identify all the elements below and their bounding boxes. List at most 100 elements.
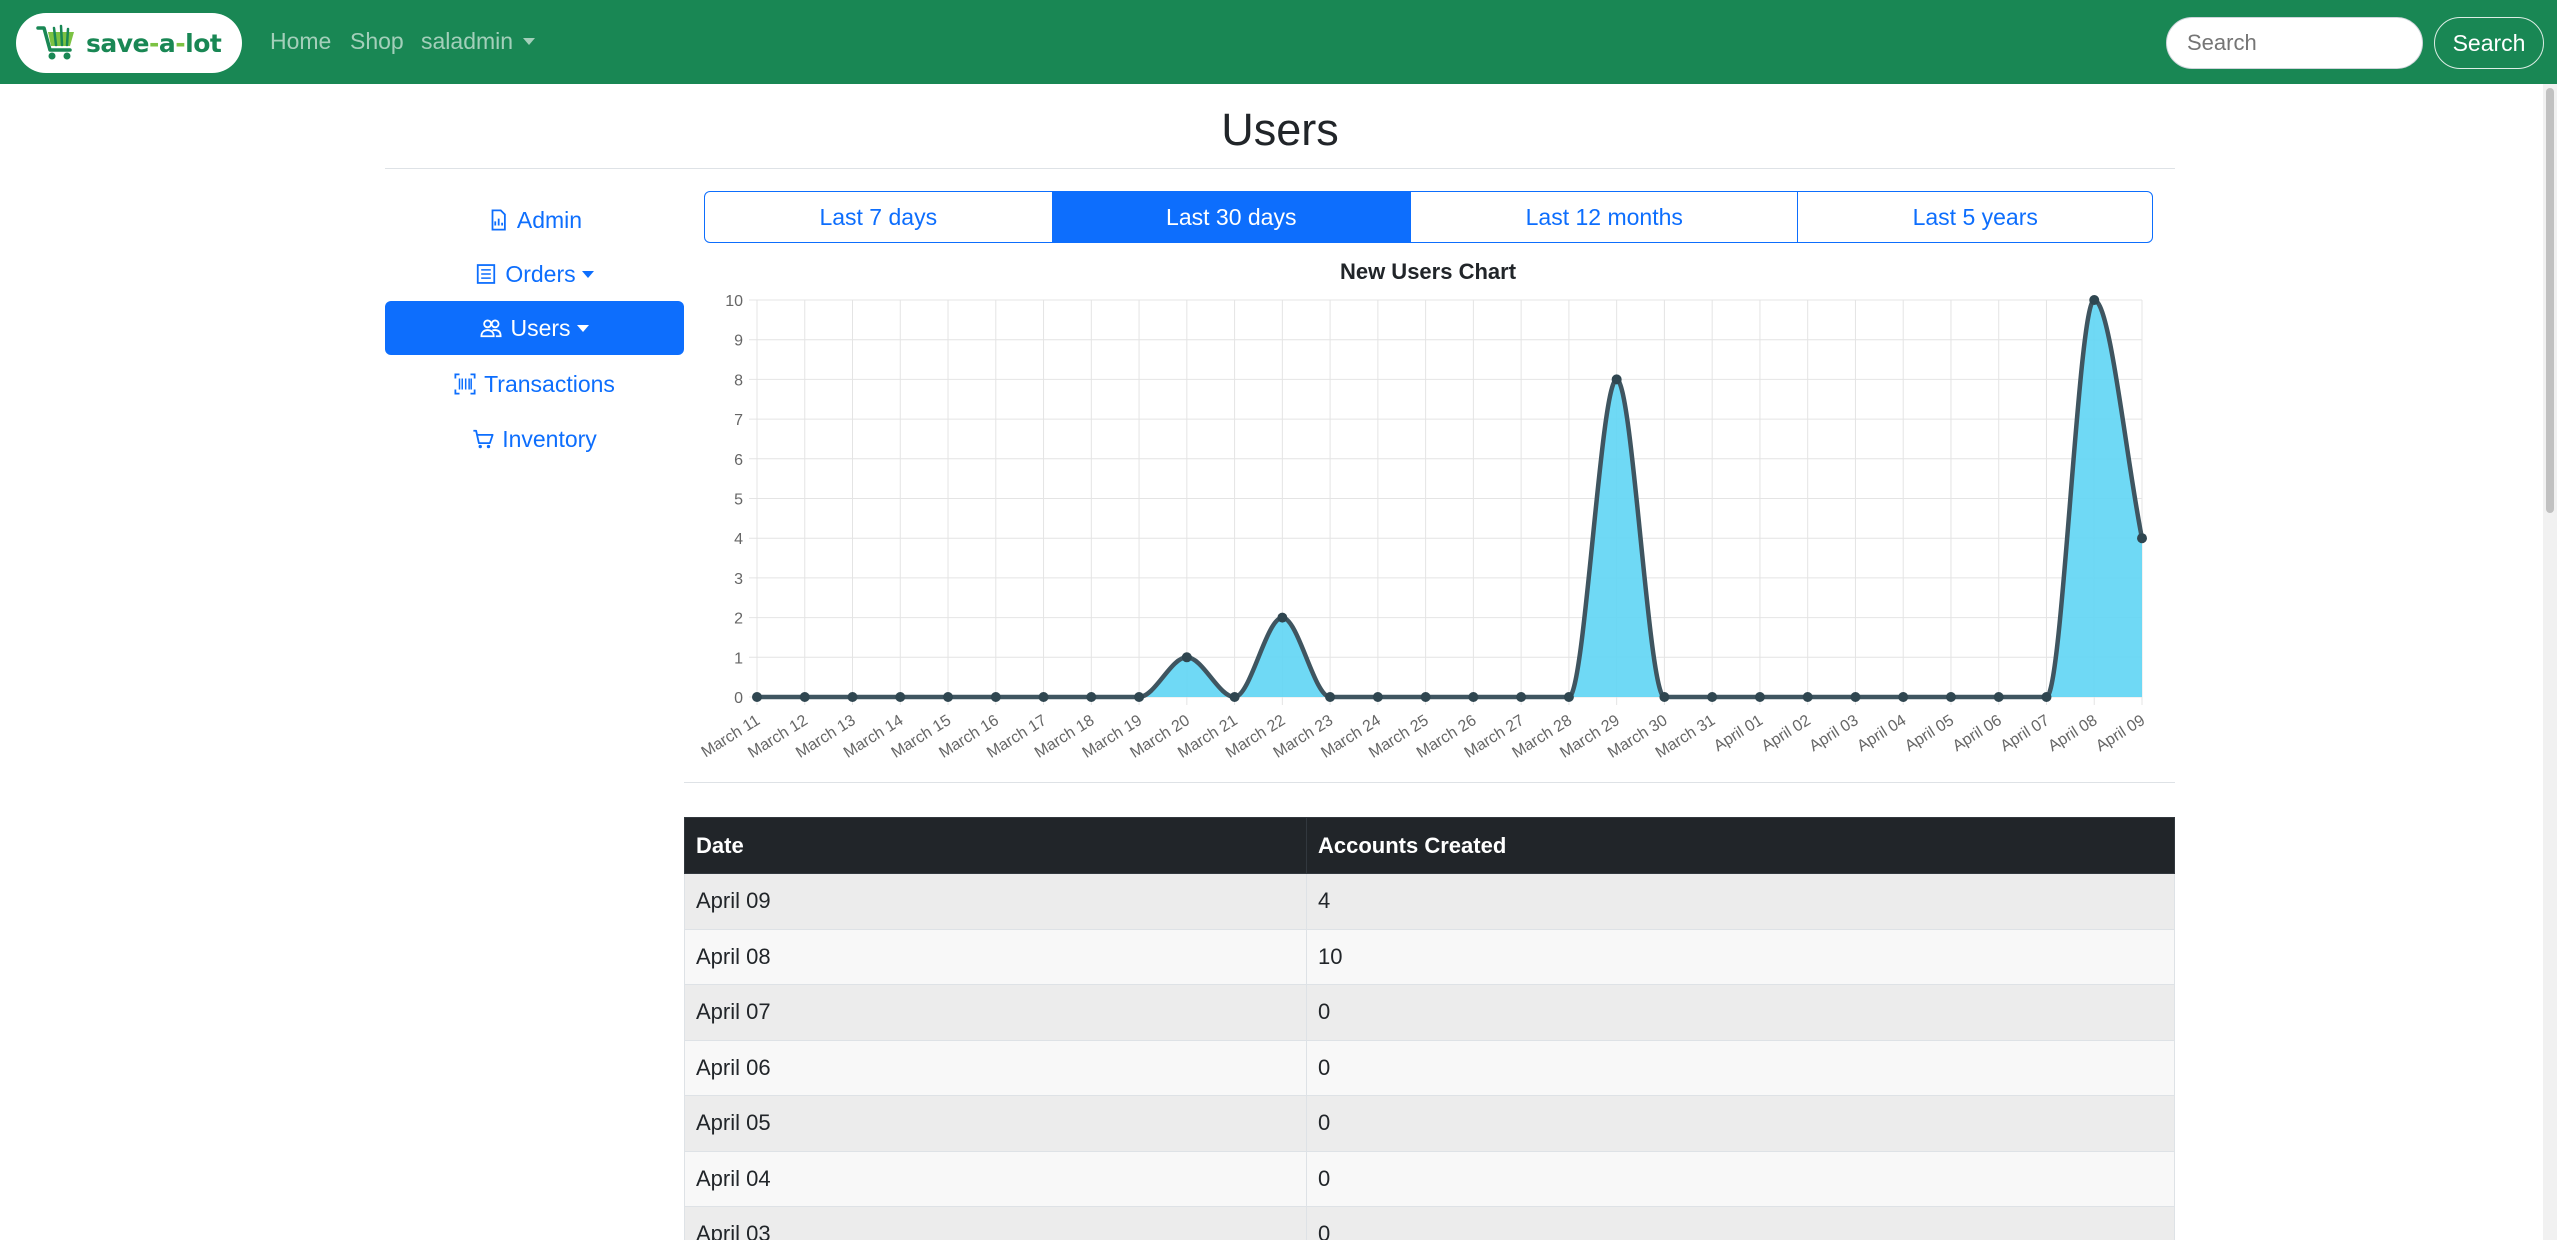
title-divider — [385, 168, 2175, 169]
x-tick-label: April 03 — [1807, 712, 1862, 755]
page-scrollbar[interactable] — [2543, 84, 2557, 1240]
range-button-30-days[interactable]: Last 30 days — [1052, 192, 1412, 242]
data-point — [1420, 692, 1431, 702]
nav-shop-link[interactable]: Shop — [350, 28, 404, 55]
cell-date: April 05 — [684, 1095, 1307, 1152]
x-tick-label: April 08 — [2045, 712, 2100, 755]
table-row: April 06 0 — [684, 1039, 2175, 1096]
brand-logo[interactable]: save-a-lot — [16, 13, 242, 73]
data-point — [2137, 533, 2147, 544]
range-button-12-months[interactable]: Last 12 months — [1411, 192, 1799, 242]
x-tick-label: April 02 — [1759, 712, 1814, 755]
cell-count: 0 — [1306, 984, 2175, 1041]
x-tick-label: April 06 — [1950, 712, 2005, 755]
range-button-7-days[interactable]: Last 7 days — [705, 192, 1053, 242]
data-point — [1277, 612, 1288, 623]
cell-count: 10 — [1306, 928, 2175, 985]
range-button-5-years[interactable]: Last 5 years — [1798, 192, 2152, 242]
sidebar-item-label: Inventory — [502, 425, 597, 452]
y-tick-label: 3 — [734, 571, 743, 588]
data-point — [2089, 295, 2100, 305]
search-input[interactable] — [2166, 17, 2423, 69]
barcode-scan-icon — [454, 373, 476, 395]
x-tick-label: April 04 — [1854, 712, 1909, 755]
data-point — [1707, 692, 1718, 702]
users-table: Date Accounts Created April 09 4 April 08… — [684, 817, 2175, 1240]
data-point — [1038, 692, 1049, 702]
cell-count: 0 — [1306, 1150, 2175, 1207]
cell-count: 0 — [1306, 1095, 2175, 1152]
data-point — [1563, 692, 1574, 702]
sidebar-item-orders[interactable]: Orders — [385, 247, 684, 301]
cell-date: April 06 — [684, 1039, 1307, 1096]
data-point — [752, 692, 762, 702]
cart-icon — [473, 429, 494, 449]
data-point — [847, 692, 858, 702]
nav-home-link[interactable]: Home — [270, 28, 331, 55]
chart-grid — [749, 299, 2143, 705]
data-point — [1611, 374, 1622, 385]
chart-x-axis: March 11March 12March 13March 14March 15… — [699, 712, 2149, 762]
nav-user-label: saladmin — [421, 28, 514, 54]
data-point — [990, 692, 1001, 702]
top-navbar: save-a-lot Home Shop saladmin Search — [0, 0, 2557, 84]
cell-count: 0 — [1306, 1039, 2175, 1096]
table-row: April 09 4 — [684, 873, 2175, 930]
y-tick-label: 0 — [734, 690, 743, 707]
data-point — [1134, 692, 1145, 702]
table-row: April 03 0 — [684, 1206, 2175, 1240]
data-point — [1993, 692, 2004, 702]
table-header-row: Date Accounts Created — [684, 817, 2175, 874]
y-tick-label: 4 — [734, 531, 743, 548]
chevron-down-icon — [576, 324, 589, 332]
data-point — [1516, 692, 1527, 702]
sidebar-item-label: Transactions — [484, 370, 615, 397]
users-icon — [480, 319, 502, 338]
data-point — [1898, 692, 1909, 702]
sidebar-item-label: Orders — [505, 260, 576, 287]
date-range-button-group: Last 7 days Last 30 days Last 12 months … — [704, 191, 2153, 243]
x-tick-label: April 07 — [1998, 712, 2053, 755]
data-point — [1754, 692, 1765, 702]
data-point — [1850, 692, 1861, 702]
receipt-icon — [477, 264, 496, 284]
data-point — [1325, 692, 1336, 702]
page-title: Users — [1221, 104, 1339, 155]
y-tick-label: 10 — [725, 293, 743, 310]
cell-count: 4 — [1306, 873, 2175, 930]
y-tick-label: 2 — [734, 611, 743, 628]
table-row: April 04 0 — [684, 1150, 2175, 1207]
y-tick-label: 9 — [734, 333, 743, 350]
data-point — [799, 692, 810, 702]
x-tick-label: April 01 — [1711, 712, 1766, 755]
cell-date: April 09 — [684, 873, 1307, 930]
nav-user-dropdown[interactable]: saladmin — [421, 28, 536, 55]
table-row: April 08 10 — [684, 928, 2175, 985]
y-tick-label: 8 — [734, 372, 743, 389]
column-header-date: Date — [684, 817, 1307, 874]
scrollbar-thumb[interactable] — [2546, 88, 2554, 513]
table-row: April 07 0 — [684, 984, 2175, 1041]
sidebar-item-users[interactable]: Users — [385, 301, 684, 355]
file-chart-icon — [491, 209, 506, 231]
data-point — [1181, 652, 1192, 663]
sidebar-item-admin[interactable]: Admin — [385, 193, 684, 247]
cart-logo-icon — [36, 24, 74, 60]
data-point — [1945, 692, 1956, 702]
x-tick-label: April 05 — [1902, 712, 1957, 755]
chart-y-axis: 0 1 2 3 4 5 6 7 8 9 10 — [725, 293, 743, 707]
sidebar-item-label: Admin — [516, 206, 583, 233]
sidebar-item-transactions[interactable]: Transactions — [385, 357, 684, 411]
new-users-chart: New Users Chart 0 1 2 3 4 5 6 7 8 9 10 March 11Mar… — [699, 259, 2149, 762]
data-point — [1229, 692, 1240, 702]
sidebar-item-inventory[interactable]: Inventory — [385, 412, 684, 466]
search-button[interactable]: Search — [2434, 17, 2544, 69]
column-header-accounts-created: Accounts Created — [1306, 817, 2175, 874]
data-point — [1372, 692, 1383, 702]
data-point — [1802, 692, 1813, 702]
y-tick-label: 6 — [734, 452, 743, 469]
chevron-down-icon — [581, 270, 594, 278]
data-point — [895, 692, 906, 702]
chevron-down-icon — [523, 38, 536, 45]
data-point — [1086, 692, 1097, 702]
